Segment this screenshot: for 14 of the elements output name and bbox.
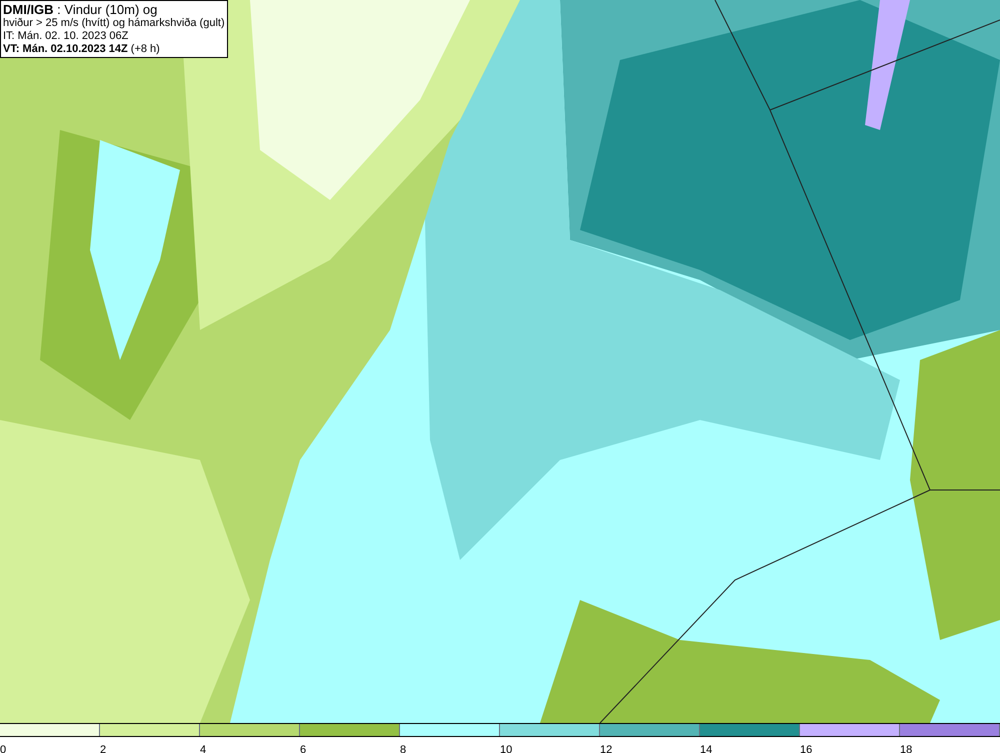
scale-tick-label: 10 (500, 744, 512, 753)
scale-tick-label: 0 (0, 744, 6, 753)
scale-tick-label: 18 (900, 744, 912, 753)
scale-tick-label: 2 (100, 744, 106, 753)
scale-tick-label: 6 (300, 744, 306, 753)
scale-tick-label: 14 (700, 744, 712, 753)
scale-tick-label: 12 (600, 744, 612, 753)
scale-tick-label: 4 (200, 744, 206, 753)
title-line: DMI/IGB : Vindur (10m) og (3, 2, 158, 17)
title-line: hviður > 25 m/s (hvítt) og hámarkshviða (gult) (3, 17, 225, 30)
scale-tick-label: 16 (800, 744, 812, 753)
scale-tick-label: 8 (400, 744, 406, 753)
title-line: IT: Mán. 02. 10. 2023 06Z (3, 30, 130, 43)
title-line: VT: Mán. 02.10.2023 14Z (+8 h) (3, 43, 161, 56)
